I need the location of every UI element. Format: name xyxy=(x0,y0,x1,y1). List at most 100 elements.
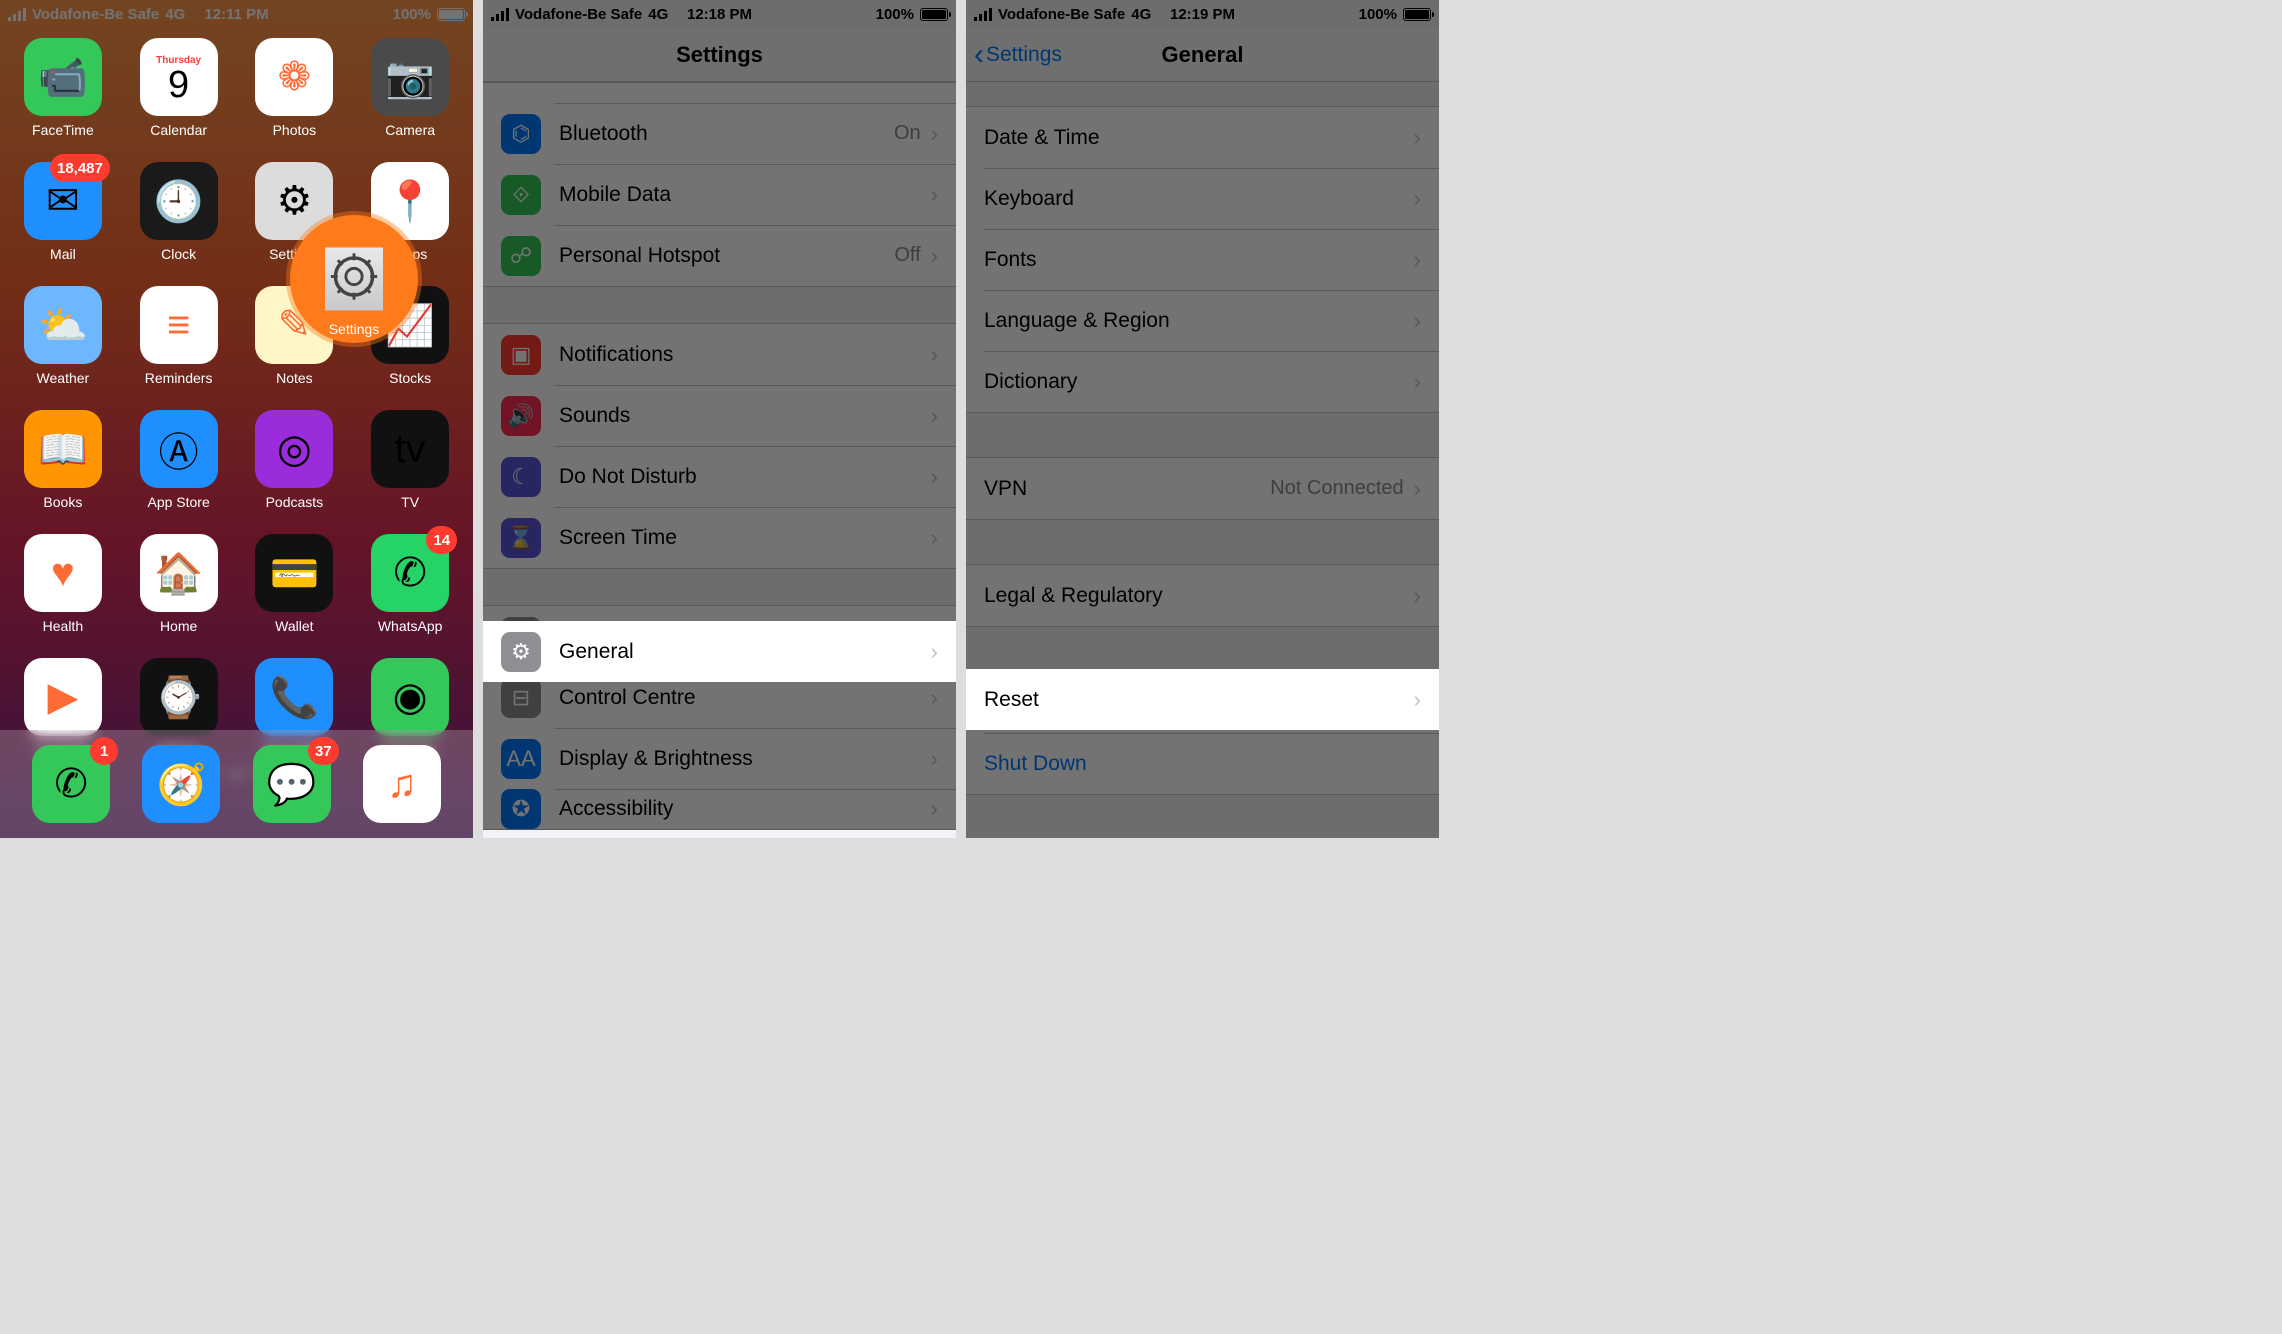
carrier-label: Vodafone-Be Safe xyxy=(998,6,1125,23)
row-shut-down[interactable]: Shut Down xyxy=(966,733,1439,794)
app-mail[interactable]: ✉︎18,487Mail xyxy=(16,162,110,262)
whatsapp-icon: ✆14 xyxy=(371,534,449,612)
app-weather[interactable]: ⛅Weather xyxy=(16,286,110,386)
chevron-right-icon: › xyxy=(931,639,938,665)
row-reset-highlight[interactable]: Reset › xyxy=(966,669,1439,730)
display-icon: AA xyxy=(501,739,541,779)
battery-icon xyxy=(437,8,465,21)
badge: 37 xyxy=(308,737,339,765)
row-display-brightness[interactable]: AA Display & Brightness › xyxy=(483,728,956,789)
badge: 18,487 xyxy=(50,154,110,182)
app-label: WhatsApp xyxy=(378,618,443,634)
row-do-not-disturb[interactable]: ☾ Do Not Disturb › xyxy=(483,446,956,507)
clock-icon: 🕘 xyxy=(140,162,218,240)
app-label: App Store xyxy=(147,494,209,510)
row-legal-regulatory[interactable]: Legal & Regulatory › xyxy=(966,565,1439,626)
row-vpn[interactable]: VPN Not Connected › xyxy=(966,458,1439,519)
app-podcasts[interactable]: ◎Podcasts xyxy=(248,410,342,510)
row-sounds[interactable]: 🔊 Sounds › xyxy=(483,385,956,446)
network-label: 4G xyxy=(165,6,185,23)
link-icon: ☍ xyxy=(501,236,541,276)
app-whatsapp[interactable]: ✆14 WhatsApp xyxy=(363,534,457,634)
chevron-right-icon: › xyxy=(1414,186,1421,212)
row-accessibility[interactable]: ✪ Accessibility › xyxy=(483,789,956,829)
truecaller-icon: 📞 xyxy=(255,658,333,736)
books-icon: 📖 xyxy=(24,410,102,488)
app-books[interactable]: 📖Books xyxy=(16,410,110,510)
phone-icon: ✆1 xyxy=(32,745,110,823)
battery-percent-label: 100% xyxy=(1359,6,1397,23)
app-app-store[interactable]: Ⓐ App Store xyxy=(132,410,226,510)
nav-bar: Settings xyxy=(483,28,956,82)
app-camera[interactable]: 📷Camera xyxy=(363,38,457,138)
clock-label: 12:19 PM xyxy=(1170,6,1235,23)
app-store-icon: Ⓐ xyxy=(140,410,218,488)
battery-icon xyxy=(920,8,948,21)
speaker-icon: 🔊 xyxy=(501,396,541,436)
app-label: Health xyxy=(43,618,83,634)
app-home[interactable]: 🏠Home xyxy=(132,534,226,634)
chevron-right-icon: › xyxy=(931,525,938,551)
app-label: Weather xyxy=(37,370,90,386)
app-safari[interactable]: 🧭 xyxy=(142,745,220,823)
safari-icon: 🧭 xyxy=(142,745,220,823)
app-label: Podcasts xyxy=(266,494,324,510)
mail-icon: ✉︎18,487 xyxy=(24,162,102,240)
row-date-time[interactable]: Date & Time › xyxy=(966,107,1439,168)
app-photos[interactable]: ❁Photos xyxy=(248,38,342,138)
photos-icon: ❁ xyxy=(255,38,333,116)
calendar-icon: Thursday9 xyxy=(140,38,218,116)
chevron-right-icon: › xyxy=(931,685,938,711)
app-label: Calendar xyxy=(150,122,207,138)
chevron-right-icon: › xyxy=(931,796,938,822)
antenna-icon: ⟐ xyxy=(501,175,541,215)
find-my-icon: ◉ xyxy=(371,658,449,736)
chevron-right-icon: › xyxy=(931,464,938,490)
app-phone[interactable]: ✆1 xyxy=(32,745,110,823)
gear-icon: ⚙︎ xyxy=(501,632,541,672)
app-reminders[interactable]: ≡Reminders xyxy=(132,286,226,386)
page-title: Settings xyxy=(676,42,763,68)
back-button[interactable]: ‹ Settings xyxy=(974,40,1062,70)
status-bar: Vodafone-Be Safe 4G 12:18 PM 100% xyxy=(483,0,956,28)
health-icon: ♥ xyxy=(24,534,102,612)
row-notifications[interactable]: ▣ Notifications › xyxy=(483,324,956,385)
row-bluetooth[interactable]: ⌬ Bluetooth On › xyxy=(483,103,956,164)
app-messages[interactable]: 💬37 xyxy=(253,745,331,823)
chevron-right-icon: › xyxy=(931,746,938,772)
tv-icon: tv xyxy=(371,410,449,488)
settings-icon[interactable] xyxy=(325,248,383,306)
wallet-icon: 💳 xyxy=(255,534,333,612)
app-wallet[interactable]: 💳 Wallet xyxy=(248,534,342,634)
battery-icon xyxy=(1403,8,1431,21)
badge: 1 xyxy=(90,737,118,765)
row-fonts[interactable]: Fonts › xyxy=(966,229,1439,290)
app-calendar[interactable]: Thursday9 Calendar xyxy=(132,38,226,138)
row-keyboard[interactable]: Keyboard › xyxy=(966,168,1439,229)
chevron-left-icon: ‹ xyxy=(974,40,984,70)
row-general-highlight[interactable]: ⚙︎ General › xyxy=(483,621,956,682)
app-label: Reminders xyxy=(145,370,213,386)
chevron-right-icon: › xyxy=(931,342,938,368)
row-personal-hotspot[interactable]: ☍ Personal Hotspot Off › xyxy=(483,225,956,286)
row-dictionary[interactable]: Dictionary › xyxy=(966,351,1439,412)
row-screen-time[interactable]: ⌛ Screen Time › xyxy=(483,507,956,568)
clock-label: 12:11 PM xyxy=(204,6,268,23)
app-health[interactable]: ♥ Health xyxy=(16,534,110,634)
battery-percent-label: 100% xyxy=(393,6,431,23)
signal-icon xyxy=(491,8,509,21)
settings-highlight: Settings xyxy=(290,215,418,343)
status-bar: Vodafone-Be Safe 4G 12:19 PM 100% xyxy=(966,0,1439,28)
app-label: Clock xyxy=(161,246,196,262)
app-tv[interactable]: tvTV xyxy=(363,410,457,510)
hourglass-icon: ⌛ xyxy=(501,518,541,558)
app-facetime[interactable]: 📹FaceTime xyxy=(16,38,110,138)
app-clock[interactable]: 🕘 Clock xyxy=(132,162,226,262)
row-mobile-data[interactable]: ⟐ Mobile Data › xyxy=(483,164,956,225)
app-music[interactable]: ♫ xyxy=(363,745,441,823)
bluetooth-icon: ⌬ xyxy=(501,114,541,154)
row-language-region[interactable]: Language & Region › xyxy=(966,290,1439,351)
chevron-right-icon: › xyxy=(1414,476,1421,502)
status-bar: Vodafone-Be Safe 4G 12:11 PM 100% xyxy=(0,0,473,28)
app-label: Wallet xyxy=(275,618,313,634)
